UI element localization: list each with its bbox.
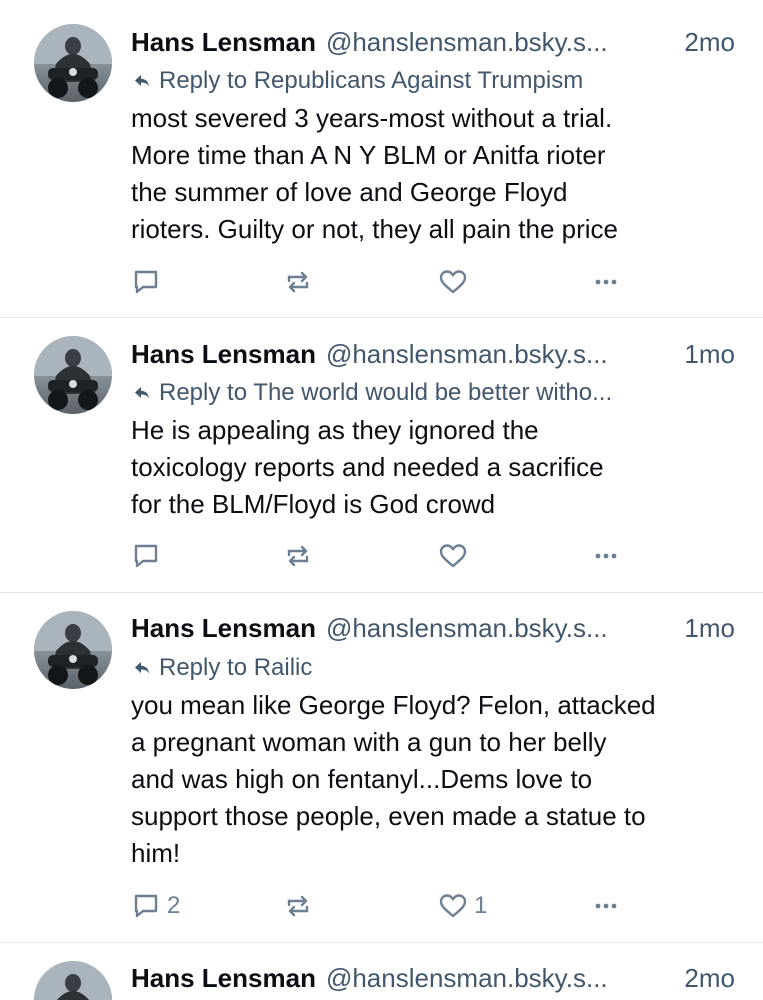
reply-count: 2 [167, 892, 181, 919]
repost-arrows-icon [287, 545, 309, 567]
repost-button[interactable] [283, 886, 313, 926]
post-text-line: you mean like George Floyd? Felon, attac… [131, 690, 656, 720]
like-button[interactable]: 1 [438, 886, 487, 926]
author-handle[interactable]: @hanslensman.bsky.s... [326, 339, 608, 370]
motorcycle-photo [34, 961, 112, 1000]
like-count: 1 [474, 892, 488, 919]
reply-arrow-icon [135, 387, 149, 399]
post-text: most severed 3 years-most without a tria… [131, 100, 743, 248]
repost-arrows-icon [287, 895, 309, 917]
motorcycle-photo [34, 611, 112, 685]
speech-bubble-icon [134, 894, 158, 918]
post-time[interactable]: 1mo [684, 339, 735, 370]
repost-button[interactable] [283, 262, 313, 302]
post-text-line: rioters. Guilty or not, they all pain th… [131, 214, 619, 244]
post-text: He is appealing as they ignored the toxi… [131, 412, 743, 523]
reply-button[interactable]: 2 [131, 886, 180, 926]
post-text: you mean like George Floyd? Felon, attac… [131, 687, 743, 872]
post[interactable]: Hans Lensman @hanslensman.bsky.s... 1mo … [0, 318, 763, 593]
author-handle[interactable]: @hanslensman.bsky.s... [326, 963, 608, 994]
post-time[interactable]: 2mo [684, 27, 735, 58]
reply-to-label: Reply to Republicans Against Trumpism [159, 67, 584, 94]
author-name[interactable]: Hans Lensman [131, 963, 316, 994]
post-text-line: a pregnant woman with a gun to her belly [131, 727, 607, 757]
post-actions: 2 1 [131, 886, 631, 926]
ellipsis-icon [595, 279, 617, 285]
more-options-button[interactable] [591, 886, 621, 926]
heart-icon [439, 544, 467, 568]
post-header: Hans Lensman @hanslensman.bsky.s... 1mo [131, 334, 743, 374]
post-text-line: toxicology reports and needed a sacrific… [131, 452, 604, 482]
avatar[interactable] [34, 611, 112, 689]
heart-icon [439, 894, 467, 918]
motorcycle-photo [34, 24, 112, 98]
ellipsis-icon [595, 903, 617, 909]
post[interactable]: Hans Lensman @hanslensman.bsky.s... 1mo … [0, 593, 763, 943]
post-text-line: him! [131, 838, 181, 868]
avatar[interactable] [34, 336, 112, 414]
reply-context[interactable]: Reply to The world would be better witho… [131, 377, 612, 409]
post-text-line: the summer of love and George Floyd [131, 177, 568, 207]
ellipsis-icon [595, 553, 617, 559]
post[interactable]: Hans Lensman @hanslensman.bsky.s... 2mo … [0, 0, 763, 318]
post-text-line: More time than A N Y BLM or Anitfa riote… [131, 140, 606, 170]
post-header: Hans Lensman @hanslensman.bsky.s... 2mo [131, 958, 743, 998]
more-options-button[interactable] [591, 536, 621, 576]
reply-to-label: Reply to Railic [159, 654, 313, 681]
post-time[interactable]: 2mo [684, 963, 735, 994]
post-text-line: for the BLM/Floyd is God crowd [131, 489, 496, 519]
post-time[interactable]: 1mo [684, 613, 735, 644]
post-header: Hans Lensman @hanslensman.bsky.s... 1mo [131, 608, 743, 648]
more-options-button[interactable] [591, 262, 621, 302]
post-actions [131, 536, 631, 576]
author-name[interactable]: Hans Lensman [131, 27, 316, 58]
repost-button[interactable] [283, 536, 313, 576]
author-name[interactable]: Hans Lensman [131, 339, 316, 370]
avatar[interactable] [34, 24, 112, 102]
post-text-line: most severed 3 years-most without a tria… [131, 103, 613, 133]
post-text-line: He is appealing as they ignored the [131, 415, 539, 445]
avatar[interactable] [34, 961, 112, 1000]
author-handle[interactable]: @hanslensman.bsky.s... [326, 27, 608, 58]
motorcycle-photo [34, 336, 112, 410]
post[interactable]: Hans Lensman @hanslensman.bsky.s... 2mo [0, 943, 763, 1000]
like-button[interactable] [438, 262, 474, 302]
speech-bubble-icon [134, 544, 158, 568]
heart-icon [439, 270, 467, 294]
post-header: Hans Lensman @hanslensman.bsky.s... 2mo [131, 22, 743, 62]
reply-button[interactable] [131, 262, 167, 302]
author-name[interactable]: Hans Lensman [131, 613, 316, 644]
post-feed: Hans Lensman @hanslensman.bsky.s... 2mo … [0, 0, 763, 1000]
post-actions [131, 262, 631, 302]
post-text-line: and was high on fentanyl...Dems love to [131, 764, 593, 794]
reply-arrow-icon [135, 662, 149, 674]
repost-arrows-icon [287, 271, 309, 293]
author-handle[interactable]: @hanslensman.bsky.s... [326, 613, 608, 644]
reply-arrow-icon [135, 75, 149, 87]
reply-context[interactable]: Reply to Railic [131, 652, 312, 684]
reply-context[interactable]: Reply to Republicans Against Trumpism [131, 65, 583, 97]
like-button[interactable] [438, 536, 474, 576]
post-text-line: support those people, even made a statue… [131, 801, 646, 831]
reply-button[interactable] [131, 536, 167, 576]
reply-to-label: Reply to The world would be better witho… [159, 379, 613, 406]
speech-bubble-icon [134, 270, 158, 294]
